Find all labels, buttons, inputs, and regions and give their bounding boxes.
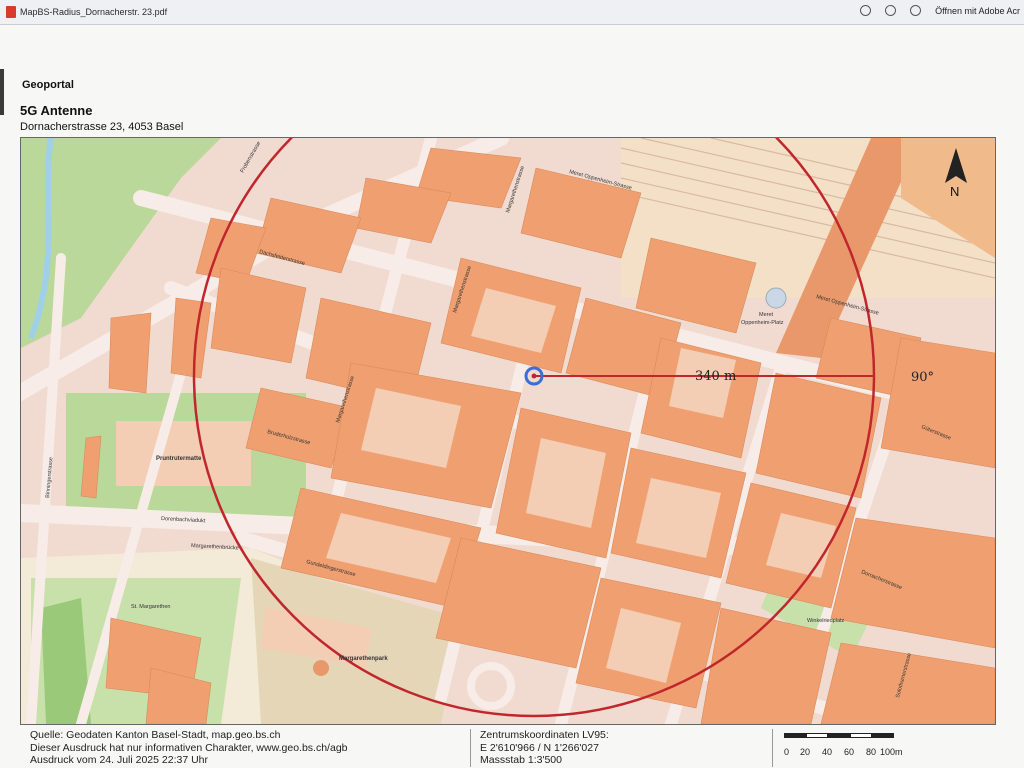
place-st-margarethen: St. Margarethen: [131, 604, 170, 610]
download-icon[interactable]: [885, 5, 897, 16]
building: [108, 312, 152, 394]
place-oppenheim-platz: Oppenheim-Platz: [741, 320, 784, 326]
scale-segment: [850, 733, 872, 738]
coordinates-title: Zentrumskoordinaten LV95:: [480, 729, 609, 741]
geoportal-logo-icon: [0, 69, 4, 115]
pavilion: [313, 660, 329, 676]
coordinates-info: Zentrumskoordinaten LV95: E 2'610'966 / …: [480, 729, 609, 767]
info-icon[interactable]: [860, 5, 872, 16]
place-winkelriedplatz: Winkelriedplatz: [807, 618, 845, 624]
page-title: 5G Antenne: [20, 103, 93, 118]
source-info: Quelle: Geodaten Kanton Basel-Stadt, map…: [30, 729, 348, 767]
scale-ratio: Massstab 1:3'500: [480, 754, 562, 766]
scale-tick-label: 0: [784, 747, 790, 757]
building: [880, 337, 995, 469]
print-icon[interactable]: [910, 5, 922, 16]
scale-tick-label: 80: [866, 747, 877, 757]
document-filename: MapBS-Radius_Dornacherstr. 23.pdf: [20, 7, 168, 17]
scale-tick-label: 100m: [880, 747, 903, 757]
place-margarethenpark: Margarethenpark: [339, 656, 388, 662]
antenna-center-dot: [531, 373, 537, 379]
map-footer: Quelle: Geodaten Kanton Basel-Stadt, map…: [0, 725, 1024, 768]
address-label: Dornacherstrasse 23, 4053 Basel: [20, 121, 184, 133]
coordinates-value: E 2'610'966 / N 1'266'027: [480, 741, 599, 754]
place-pruntrutermatte: Pruntrutermatte: [156, 456, 202, 462]
radius-distance-label: 340 m: [695, 369, 736, 384]
scale-tick-label: 40: [822, 747, 833, 757]
printed-date-line: Ausdruck vom 24. Juli 2025 22:37 Uhr: [30, 754, 209, 766]
scale-segment: [806, 733, 828, 738]
geoportal-brand: Geoportal: [22, 79, 74, 91]
scale-segment: [784, 733, 806, 738]
north-label: N: [950, 184, 959, 199]
pdf-page: Geoportal 5G Antenne Dornacherstrasse 23…: [0, 25, 1024, 768]
pruntruter-field: [116, 421, 251, 486]
angle-label: 90°: [911, 370, 934, 385]
scale-tick-label: 20: [800, 747, 811, 757]
viewer-actions: Öffnen mit Adobe Acr: [860, 5, 1020, 16]
footer-divider: [470, 729, 471, 767]
place-meret: Meret: [759, 312, 774, 318]
footer-divider: [772, 729, 773, 767]
scale-segment: [828, 733, 850, 738]
source-line: Quelle: Geodaten Kanton Basel-Stadt, map…: [30, 729, 281, 741]
pdf-viewer-toolbar: MapBS-Radius_Dornacherstr. 23.pdf Öffnen…: [0, 0, 1024, 25]
fountain-icon: [765, 287, 787, 309]
map-canvas: 340 m 90° N Pruntrutermatte Margarethenp…: [21, 138, 995, 724]
open-with-acrobat-button[interactable]: Öffnen mit Adobe Acr: [935, 6, 1020, 16]
scale-bar: 0 20 40 60 80 100m: [784, 733, 903, 767]
disclaimer-line: Dieser Ausdruck hat nur informativen Cha…: [30, 741, 348, 754]
scale-segment: [872, 733, 894, 738]
pdf-file-icon: [6, 6, 16, 18]
map-view: 340 m 90° N Pruntrutermatte Margarethenp…: [20, 137, 996, 725]
scale-tick-label: 60: [844, 747, 855, 757]
